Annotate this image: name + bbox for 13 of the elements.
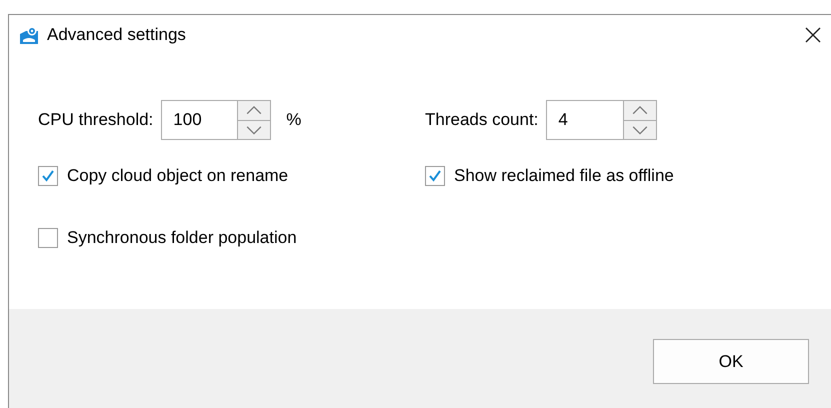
field-label: Threads count: — [425, 110, 538, 130]
field-label: CPU threshold: — [38, 110, 154, 130]
checkbox-label[interactable]: Synchronous folder population — [67, 228, 297, 248]
checkbox[interactable] — [425, 166, 445, 186]
number-spinner[interactable]: 100 — [161, 100, 272, 140]
checkbox-label[interactable]: Show reclaimed file as offline — [454, 166, 674, 186]
unit-label: % — [286, 110, 302, 130]
number-spinner[interactable]: 4 — [546, 100, 658, 140]
ok-button[interactable]: OK — [653, 339, 809, 384]
window-title: Advanced settings — [47, 24, 186, 44]
checkbox[interactable] — [38, 228, 58, 248]
checkbox-label[interactable]: Copy cloud object on rename — [67, 166, 288, 186]
checkbox[interactable] — [38, 166, 58, 186]
